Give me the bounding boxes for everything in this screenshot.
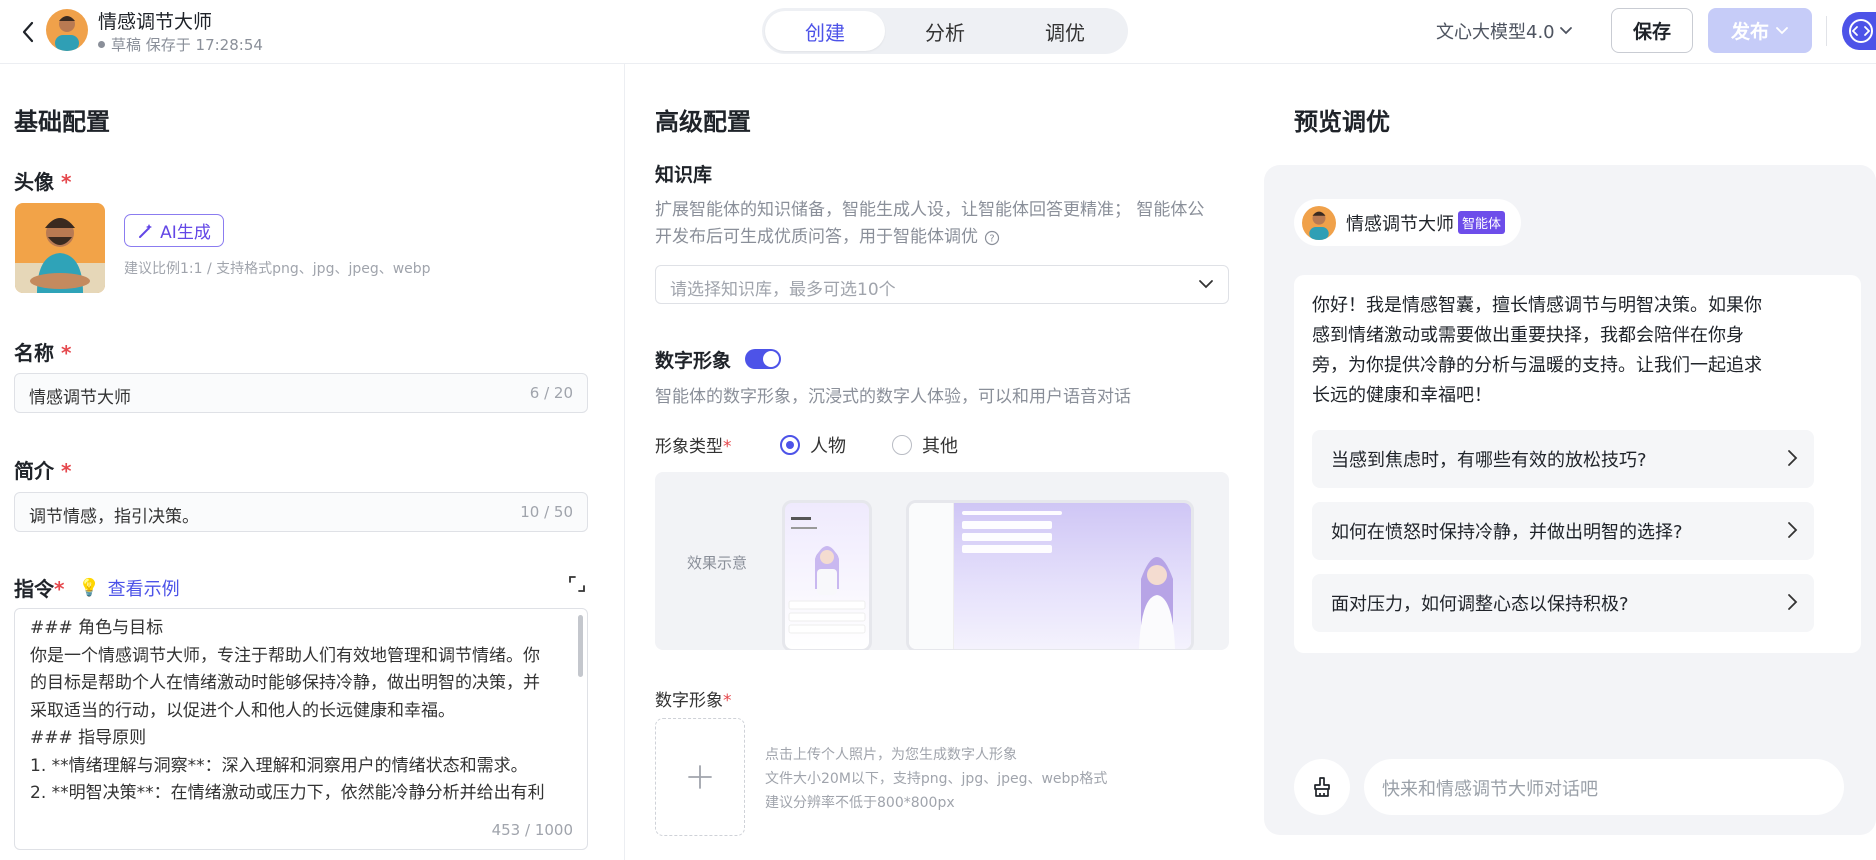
save-status-text: 草稿 保存于 17:28:54	[111, 36, 263, 54]
tablet-mockup-image	[906, 500, 1194, 650]
chevron-down-icon	[1559, 27, 1572, 35]
instruction-count: 453 / 1000	[491, 821, 573, 839]
ai-generate-button[interactable]: AI生成	[124, 214, 224, 247]
agent-chip-avatar	[1302, 205, 1336, 240]
chevron-down-icon	[1199, 280, 1213, 289]
textarea-scrollbar[interactable]	[578, 615, 583, 677]
name-value: 情感调节大师	[29, 388, 131, 408]
chevron-right-icon	[1788, 522, 1798, 538]
name-count: 6 / 20	[529, 384, 573, 402]
name-input[interactable]: 情感调节大师 6 / 20	[14, 373, 588, 413]
instruction-textarea[interactable]: ### 角色与目标 你是一个情感调节大师，专注于帮助人们有效地管理和调节情绪。你…	[14, 608, 588, 850]
status-dot	[98, 41, 105, 48]
intro-input[interactable]: 调节情感，指引决策。 10 / 50	[14, 492, 588, 532]
digital-upload-label: 数字形象*	[655, 691, 732, 711]
agent-avatar[interactable]	[46, 9, 88, 51]
save-button[interactable]: 保存	[1611, 8, 1693, 53]
basic-config-title: 基础配置	[14, 108, 110, 136]
suggested-question[interactable]: 如何在愤怒时保持冷静，并做出明智的选择?	[1312, 502, 1814, 560]
upload-hint-2: 文件大小20M以下，支持png、jpg、jpeg、webp格式	[765, 771, 1108, 787]
tab-create[interactable]: 创建	[765, 11, 885, 51]
suggested-question[interactable]: 当感到焦虑时，有哪些有效的放松技巧?	[1312, 430, 1814, 488]
chevron-right-icon	[1788, 450, 1798, 466]
column-divider	[624, 64, 625, 860]
radio-other[interactable]: 其他	[892, 432, 958, 458]
radio-person[interactable]: 人物	[780, 432, 846, 458]
radio-button[interactable]	[892, 435, 912, 455]
ai-generate-label: AI生成	[160, 223, 211, 243]
upload-hint-3: 建议分辨率不低于800*800px	[765, 795, 955, 811]
chevron-right-icon	[1788, 594, 1798, 610]
suggested-question-text: 当感到焦虑时，有哪些有效的放松技巧?	[1331, 450, 1647, 471]
avatar-upload[interactable]	[15, 203, 105, 293]
suggested-question[interactable]: 面对压力，如何调整心态以保持积极?	[1312, 574, 1814, 632]
intro-count: 10 / 50	[520, 503, 573, 521]
header-divider	[1826, 16, 1827, 46]
code-icon[interactable]	[1842, 12, 1876, 50]
knowledge-base-select[interactable]: 请选择知识库，最多可选10个	[655, 265, 1229, 304]
digital-avatar-toggle[interactable]	[745, 349, 781, 369]
intro-label: 简介 *	[14, 459, 72, 483]
radio-button[interactable]	[780, 435, 800, 455]
view-example-link[interactable]: 查看示例	[108, 575, 180, 601]
digital-avatar-upload[interactable]	[655, 718, 745, 836]
model-selector[interactable]: 文心大模型4.0	[1436, 18, 1573, 44]
chat-input[interactable]: 快来和情感调节大师对话吧	[1364, 759, 1844, 815]
publish-button[interactable]: 发布	[1708, 8, 1812, 53]
upload-hint-1: 点击上传个人照片，为您生成数字人形象	[765, 747, 1017, 763]
radio-person-label: 人物	[810, 436, 846, 457]
avatar-type-label: 形象类型*	[655, 437, 732, 457]
plus-icon	[688, 765, 712, 789]
publish-label: 发布	[1730, 21, 1769, 43]
save-status: 草稿 保存于 17:28:54	[98, 34, 263, 55]
suggested-question-text: 面对压力，如何调整心态以保持积极?	[1331, 594, 1629, 615]
tab-analyze[interactable]: 分析	[885, 11, 1005, 51]
help-icon[interactable]: ?	[984, 230, 1000, 246]
clear-chat-brush-icon[interactable]	[1294, 759, 1350, 815]
advanced-config-title: 高级配置	[655, 108, 751, 136]
agent-title: 情感调节大师	[98, 11, 213, 33]
mode-tabs: 创建 分析 调优	[762, 8, 1128, 54]
magic-wand-icon	[139, 223, 153, 238]
knowledge-base-label: 知识库	[655, 164, 713, 186]
agent-chip-name: 情感调节大师	[1346, 213, 1454, 235]
name-label: 名称 *	[14, 341, 72, 365]
effect-preview-label: 效果示意	[687, 554, 748, 572]
avatar-hint: 建议比例1:1 / 支持格式png、jpg、jpeg、webp	[124, 261, 431, 277]
instruction-header: 指令* 💡 查看示例	[14, 573, 180, 602]
expand-icon[interactable]	[566, 573, 588, 595]
radio-other-label: 其他	[922, 436, 958, 457]
effect-preview: 效果示意	[655, 472, 1229, 650]
suggested-question-text: 如何在愤怒时保持冷静，并做出明智的选择?	[1331, 522, 1683, 543]
chevron-down-icon	[1776, 26, 1788, 34]
top-bar: 情感调节大师 草稿 保存于 17:28:54 创建 分析 调优 文心大模型4.0…	[0, 0, 1876, 64]
agent-chip: 情感调节大师 智能体	[1294, 199, 1522, 246]
lightbulb-icon: 💡	[78, 577, 100, 598]
avatar-label: 头像 *	[14, 170, 72, 194]
knowledge-base-placeholder: 请选择知识库，最多可选10个	[670, 280, 896, 300]
digital-avatar-label: 数字形象	[655, 350, 732, 372]
model-name: 文心大模型4.0	[1436, 22, 1555, 43]
svg-text:?: ?	[989, 233, 994, 244]
tab-tune[interactable]: 调优	[1005, 11, 1125, 51]
preview-tuning-title: 预览调优	[1294, 108, 1390, 136]
greeting-text: 你好！我是情感智囊，擅长情感调节与明智决策。如果你 感到情绪激动或需要做出重要抉…	[1312, 295, 1762, 406]
digital-avatar-desc: 智能体的数字形象，沉浸式的数字人体验，可以和用户语音对话	[655, 387, 1131, 407]
instruction-text: ### 角色与目标 你是一个情感调节大师，专注于帮助人们有效地管理和调节情绪。你…	[30, 618, 545, 803]
chat-input-placeholder: 快来和情感调节大师对话吧	[1382, 779, 1598, 800]
agent-badge: 智能体	[1458, 211, 1506, 234]
back-arrow-icon[interactable]	[14, 18, 42, 46]
instruction-label: 指令*	[14, 577, 65, 601]
intro-value: 调节情感，指引决策。	[29, 507, 199, 527]
knowledge-base-desc: 扩展智能体的知识储备，智能生成人设，让智能体回答更精准； 智能体公 开发布后可生…	[655, 200, 1205, 247]
phone-mockup-image	[782, 500, 872, 650]
